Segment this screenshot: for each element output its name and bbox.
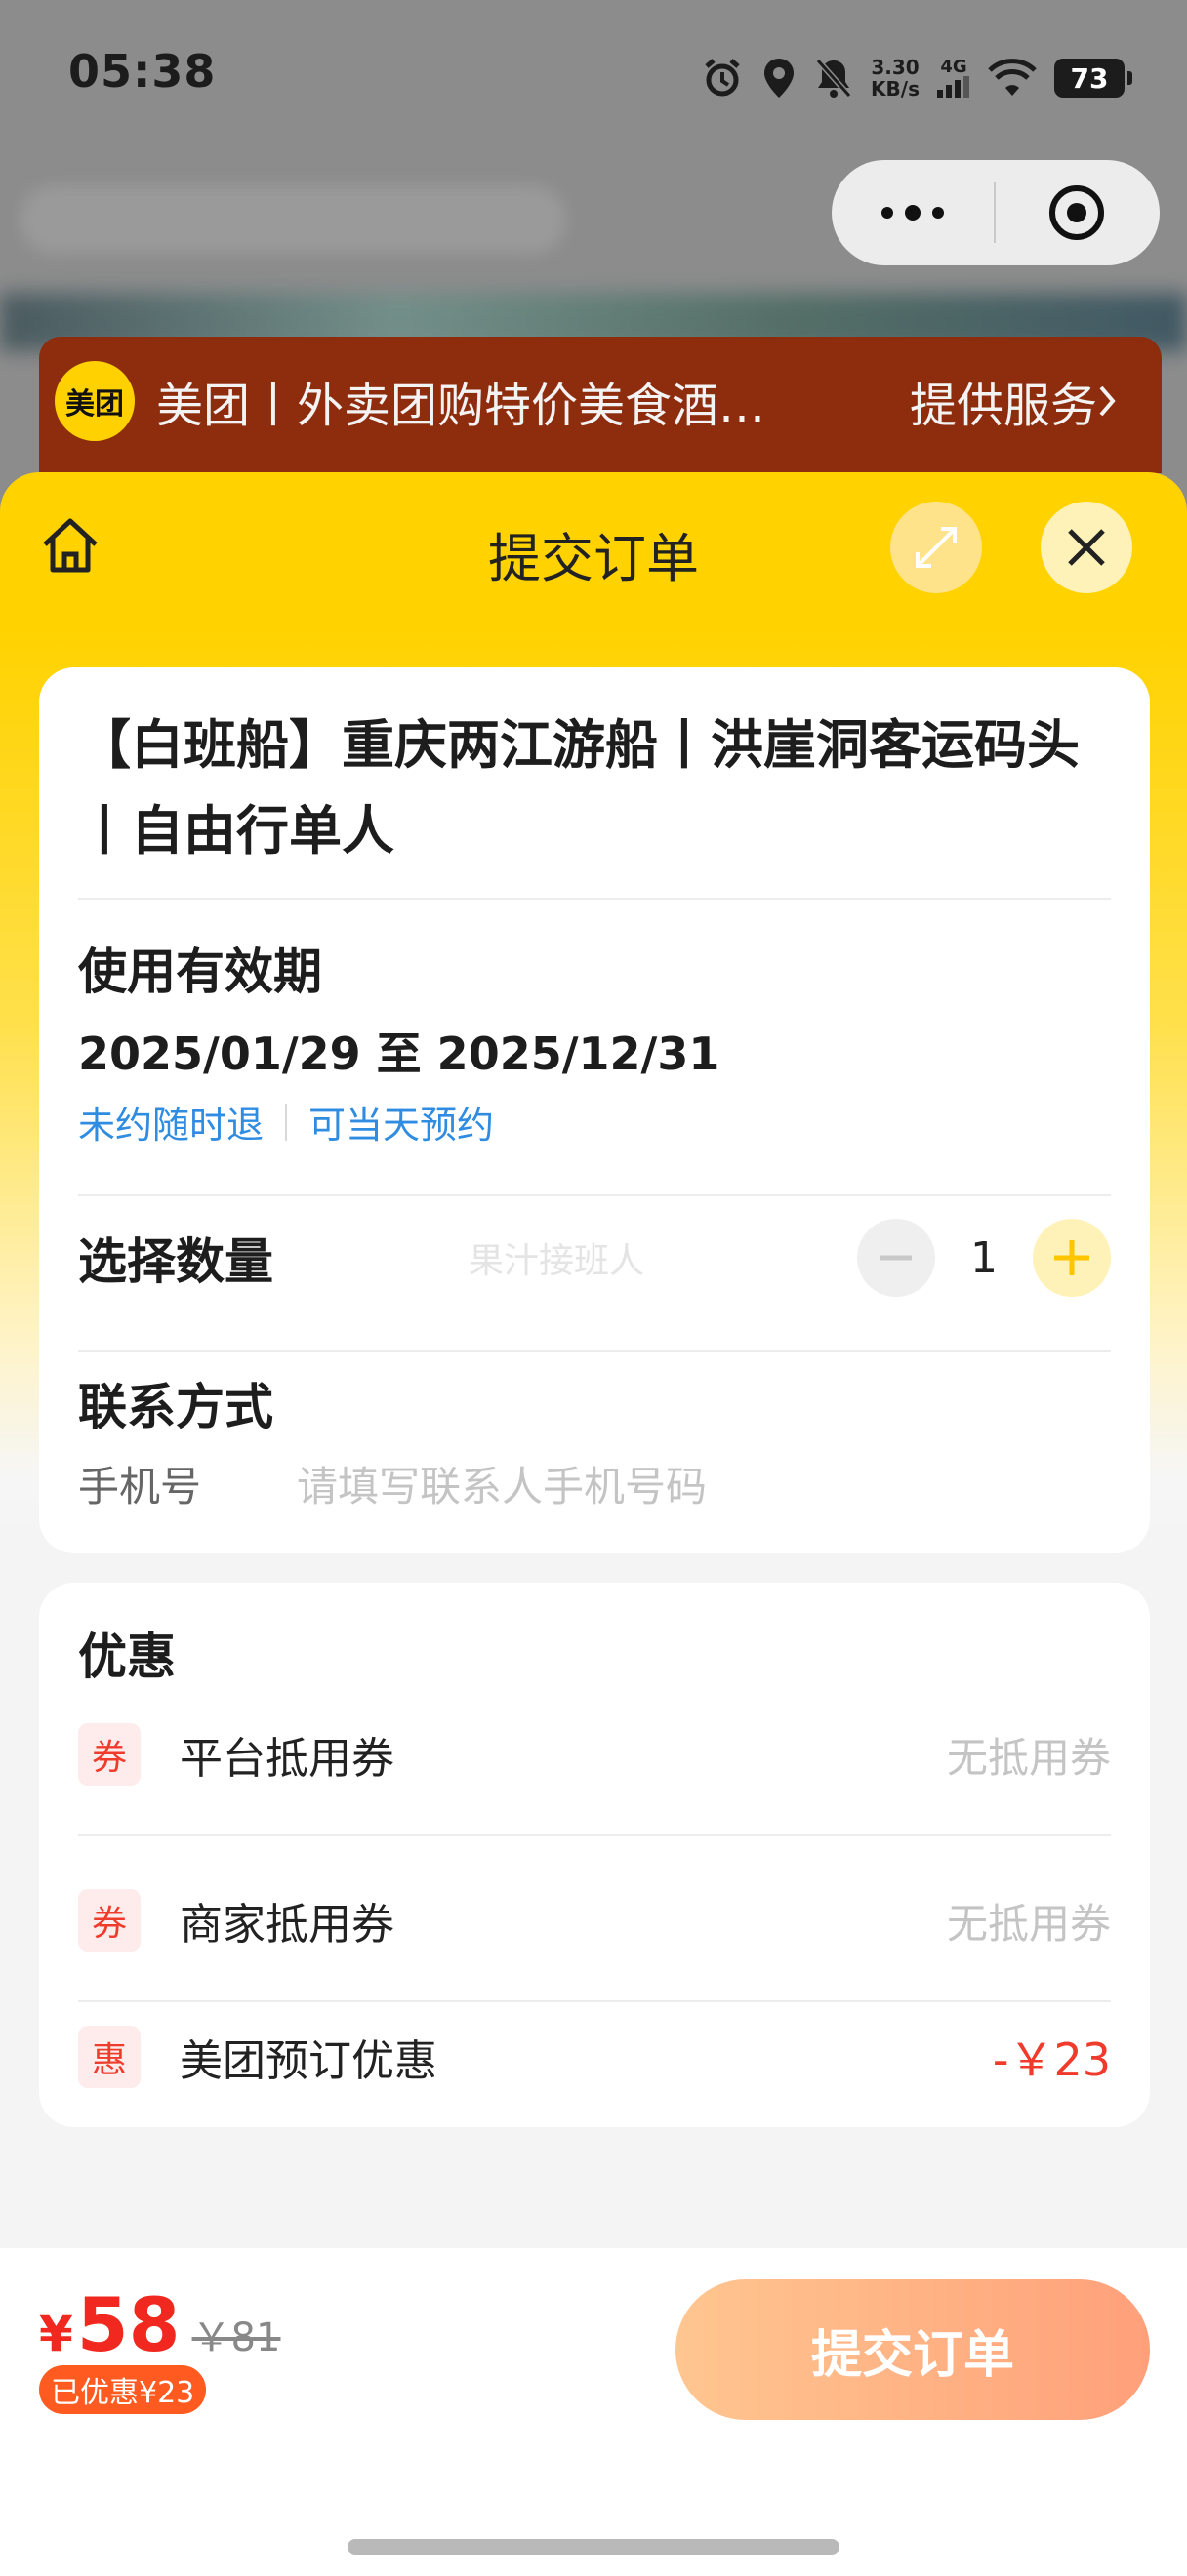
status-bar: 05:38 3.30 KB/s 4G 73 (0, 0, 1187, 146)
validity-dates: 2025/01/29 至 2025/12/31 (78, 1027, 720, 1080)
divider (78, 1350, 1111, 1352)
close-button[interactable] (1041, 502, 1132, 593)
discount-amount: -￥23 (992, 2033, 1111, 2086)
sheet-header: 提交订单 (0, 472, 1187, 628)
discount-value: 无抵用券 (946, 1899, 1111, 1948)
alarm-icon (705, 59, 740, 97)
saved-badge: 已优惠¥23 (39, 2365, 207, 2414)
service-link[interactable]: 提供服务 (910, 367, 1119, 435)
service-title: 美团丨外卖团购特价美食酒… (156, 379, 766, 433)
submit-order-button[interactable]: 提交订单 (675, 2279, 1150, 2420)
status-icons: 3.30 KB/s 4G 73 (701, 51, 1132, 105)
close-icon (1068, 529, 1105, 566)
net-speed-unit: KB/s (871, 77, 920, 101)
signal-bars-icon (937, 76, 969, 98)
location-icon (764, 59, 795, 98)
divider (78, 1194, 1111, 1196)
quantity-value: 1 (970, 1232, 998, 1283)
quantity-row: 选择数量 果汁接班人 1 (78, 1214, 1111, 1302)
dot-icon (932, 207, 944, 219)
discount-name: 商家抵用券 (180, 1900, 394, 1950)
platform-coupon-row[interactable]: 券 平台抵用券 无抵用券 (78, 1696, 1111, 1813)
mute-bell-icon (815, 59, 852, 98)
tag-divider (285, 1103, 288, 1141)
phone-input[interactable]: 请填写联系人手机号码 (297, 1454, 707, 1513)
checkout-footer: ¥ 58 ￥81 已优惠¥23 提交订单 (0, 2248, 1187, 2576)
cellular-signal: 4G (937, 59, 970, 98)
meituan-logo: 美团 (55, 361, 135, 441)
divider (78, 1834, 1111, 1836)
price-currency: ¥ (39, 2306, 73, 2362)
target-icon (1049, 185, 1104, 240)
discount-card: 优惠 券 平台抵用券 无抵用券 券 商家抵用券 无抵用券 惠 美团预订优惠 -￥… (39, 1583, 1150, 2127)
net-speed: 3.30 KB/s (871, 57, 920, 100)
policy-tags: 未约随时退 可当天预约 (78, 1095, 1111, 1148)
product-title: 【白班船】重庆两江游船丨洪崖洞客运码头丨自由行单人 (78, 714, 1080, 862)
quantity-label: 选择数量 (78, 1233, 273, 1290)
increase-button[interactable] (1033, 1219, 1111, 1297)
expand-button[interactable] (890, 502, 982, 593)
chevron-right-icon (1099, 385, 1116, 417)
battery-indicator: 73 (1054, 59, 1132, 98)
status-time: 05:38 (68, 45, 217, 98)
coupon-badge: 券 (78, 1723, 141, 1786)
discount-name: 美团预订优惠 (180, 2036, 437, 2086)
expand-icon (916, 527, 957, 568)
watermark-text: 果汁接班人 (469, 1241, 645, 1281)
price-block: ¥ 58 ￥81 (39, 2281, 280, 2368)
policy-tag: 可当天预约 (308, 1104, 495, 1147)
service-link-label: 提供服务 (909, 379, 1097, 433)
service-provider-row[interactable]: 美团 美团丨外卖团购特价美食酒… 提供服务 (55, 361, 1119, 441)
discount-badge: 惠 (78, 2026, 141, 2088)
close-mini-program-button[interactable] (996, 160, 1158, 265)
mini-program-capsule (832, 160, 1160, 265)
more-button[interactable] (832, 160, 994, 265)
dot-icon (905, 205, 921, 221)
divider (78, 898, 1111, 900)
minus-icon (880, 1255, 912, 1261)
original-price: ￥81 (191, 2315, 281, 2360)
contact-label: 联系方式 (78, 1379, 273, 1435)
coupon-badge: 券 (78, 1889, 141, 1952)
blurred-nav-bar (20, 185, 566, 254)
dot-icon (881, 207, 893, 219)
network-type: 4G (940, 57, 967, 77)
plus-icon (1054, 1240, 1089, 1275)
phone-label: 手机号 (78, 1463, 202, 1510)
discount-name: 平台抵用券 (180, 1734, 394, 1784)
validity-label: 使用有效期 (78, 944, 322, 1000)
net-speed-value: 3.30 (871, 56, 920, 79)
booking-discount-row[interactable]: 惠 美团预订优惠 -￥23 (78, 1998, 1111, 2115)
phone-row: 手机号 请填写联系人手机号码 (78, 1454, 1111, 1513)
order-info-card: 【白班船】重庆两江游船丨洪崖洞客运码头丨自由行单人 使用有效期 2025/01/… (39, 667, 1150, 1553)
sheet-title: 提交订单 (488, 528, 699, 589)
decrease-button[interactable] (857, 1219, 935, 1297)
home-indicator[interactable] (348, 2539, 839, 2555)
discount-title: 优惠 (78, 1629, 176, 1685)
policy-tag: 未约随时退 (78, 1104, 265, 1147)
merchant-coupon-row[interactable]: 券 商家抵用券 无抵用券 (78, 1862, 1111, 1979)
quantity-stepper: 1 (857, 1214, 1111, 1302)
wifi-icon (988, 59, 1037, 96)
discount-value: 无抵用券 (946, 1733, 1111, 1782)
price-value: 58 (76, 2281, 181, 2368)
